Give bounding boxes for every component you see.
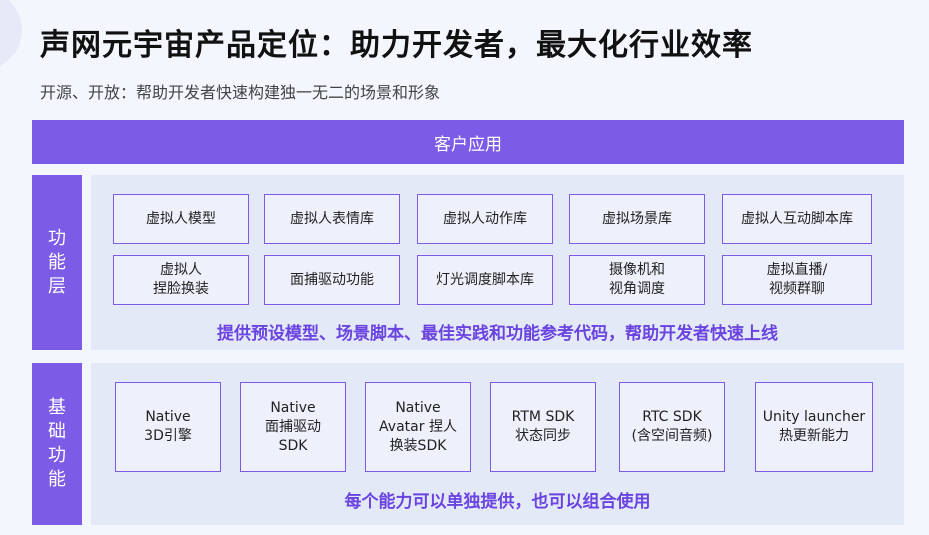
base-layer-caption: 每个能力可以单独提供，也可以组合使用 <box>344 492 651 512</box>
function-box: 虚拟人动作库 <box>417 194 553 244</box>
base-layer-label-char: 基 <box>48 397 66 418</box>
base-capability-box: RTC SDK (含空间音频) <box>619 382 725 472</box>
function-layer-label-char: 功 <box>48 227 66 249</box>
base-layer-label-char: 能 <box>48 469 66 490</box>
function-box: 虚拟直播/ 视频群聊 <box>722 255 872 305</box>
base-capability-box: Unity launcher 热更新能力 <box>755 382 873 472</box>
function-box: 虚拟人模型 <box>113 194 249 244</box>
base-capability-box: Native 面捕驱动 SDK <box>240 382 346 472</box>
function-box: 虚拟人表情库 <box>264 194 400 244</box>
function-layer-label: 功 能 层 <box>32 175 82 350</box>
function-box: 灯光调度脚本库 <box>417 255 553 305</box>
function-box: 摄像机和 视角调度 <box>569 255 705 305</box>
page-subtitle: 开源、开放：帮助开发者快速构建独一无二的场景和形象 <box>40 83 441 102</box>
base-layer-panel: Native 3D引擎 Native 面捕驱动 SDK Native Avata… <box>91 363 904 525</box>
base-layer-label-char: 功 <box>48 445 66 466</box>
page-title: 声网元宇宙产品定位：助力开发者，最大化行业效率 <box>40 28 753 63</box>
base-capability-box: Native 3D引擎 <box>115 382 221 472</box>
function-layer-label-char: 层 <box>48 275 66 297</box>
function-box: 虚拟人互动脚本库 <box>722 194 872 244</box>
function-layer-caption: 提供预设模型、场景脚本、最佳实践和功能参考代码，帮助开发者快速上线 <box>217 324 778 344</box>
base-layer-label-char: 础 <box>48 421 66 442</box>
base-capability-box: Native Avatar 捏人 换装SDK <box>365 382 471 472</box>
base-layer-label: 基 础 功 能 <box>32 363 82 525</box>
function-box: 面捕驱动功能 <box>264 255 400 305</box>
function-layer-label-char: 能 <box>48 251 66 273</box>
corner-decoration <box>0 0 22 70</box>
base-capability-box: RTM SDK 状态同步 <box>490 382 596 472</box>
customer-application-banner: 客户应用 <box>32 120 904 164</box>
function-layer-panel: 虚拟人模型 虚拟人表情库 虚拟人动作库 虚拟场景库 虚拟人互动脚本库 虚拟人 捏… <box>91 175 904 350</box>
function-box: 虚拟人 捏脸换装 <box>113 255 249 305</box>
function-box: 虚拟场景库 <box>569 194 705 244</box>
